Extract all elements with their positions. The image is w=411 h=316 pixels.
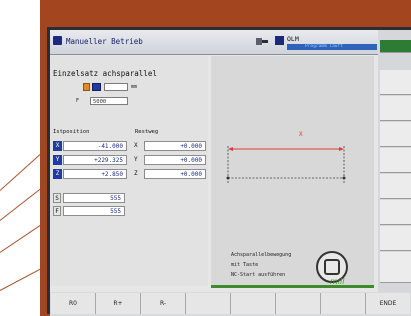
vertical-softkey[interactable] <box>380 174 411 199</box>
actual-position-heading: Istposition <box>53 129 90 135</box>
status-subtext: Programm läuft <box>305 44 343 49</box>
axis-position-value: +229.325 <box>63 155 127 165</box>
axis-position-value: -41.000 <box>63 141 127 151</box>
brand-bar <box>211 285 374 288</box>
feed-label: F <box>76 98 80 104</box>
vertical-softkey[interactable] <box>380 40 411 53</box>
spindle-speed-value: 555 <box>63 193 125 203</box>
page-title: Manueller Betrieb <box>66 37 143 46</box>
decor-line <box>0 266 45 291</box>
status-icon <box>275 36 284 45</box>
feed-input[interactable]: 5000 <box>90 97 128 105</box>
vertical-softkey[interactable] <box>380 200 411 225</box>
travel-unit: mm <box>131 84 138 90</box>
hint-line: mit Taste <box>231 262 259 268</box>
axis-arrow-label: X <box>299 131 303 138</box>
vertical-softkey[interactable] <box>380 148 411 173</box>
spindle-speed-label: S <box>53 193 61 203</box>
spindle-mode-toggle[interactable] <box>92 83 101 91</box>
axis-label: Y <box>134 156 138 163</box>
section-title: Einzelsatz achsparallel <box>53 69 157 78</box>
softkey-r0[interactable]: R0 <box>51 293 96 314</box>
axis-position-value: +2.850 <box>63 169 127 179</box>
softkey-empty[interactable] <box>186 293 231 314</box>
feedrate-label: F <box>53 206 61 216</box>
axis-label: Z <box>53 169 62 179</box>
hint-line: NC-Start ausführen <box>231 272 286 278</box>
distance-to-go-heading: Restweg <box>135 129 159 135</box>
distance-to-go-value: +0.000 <box>144 141 206 151</box>
vertical-softkey[interactable] <box>380 226 411 251</box>
travel-input[interactable] <box>104 83 128 91</box>
vertical-softkey[interactable] <box>380 70 411 95</box>
decor-line <box>0 153 42 191</box>
hint-line: Achsparallelbewegung <box>231 252 292 258</box>
axis-label: Y <box>53 155 62 165</box>
status-label: OLM <box>287 35 299 43</box>
vertical-softkey[interactable] <box>380 96 411 121</box>
vertical-softkey[interactable] <box>380 122 411 147</box>
softkey-r-plus[interactable]: R+ <box>96 293 141 314</box>
feedrate-value: 555 <box>63 206 125 216</box>
distance-to-go-value: +0.000 <box>144 169 206 179</box>
spindle-direction-toggle[interactable] <box>83 83 90 91</box>
axis-label: Z <box>134 170 138 177</box>
vertical-softkey[interactable] <box>380 252 411 283</box>
axis-label: X <box>134 142 138 149</box>
softkey-empty[interactable] <box>231 293 276 314</box>
softkey-empty[interactable] <box>321 293 366 314</box>
decor-line <box>0 186 44 221</box>
distance-to-go-value: +0.000 <box>144 155 206 165</box>
softkey-r-minus[interactable]: R- <box>141 293 186 314</box>
tool-icon <box>256 38 268 45</box>
channel-icon <box>53 36 62 45</box>
axis-label: X <box>53 141 62 151</box>
softkey-ende[interactable]: ENDE <box>366 293 410 314</box>
softkey-empty[interactable] <box>276 293 321 314</box>
decor-line <box>0 223 44 253</box>
cycle-start-icon-inner <box>324 259 340 275</box>
